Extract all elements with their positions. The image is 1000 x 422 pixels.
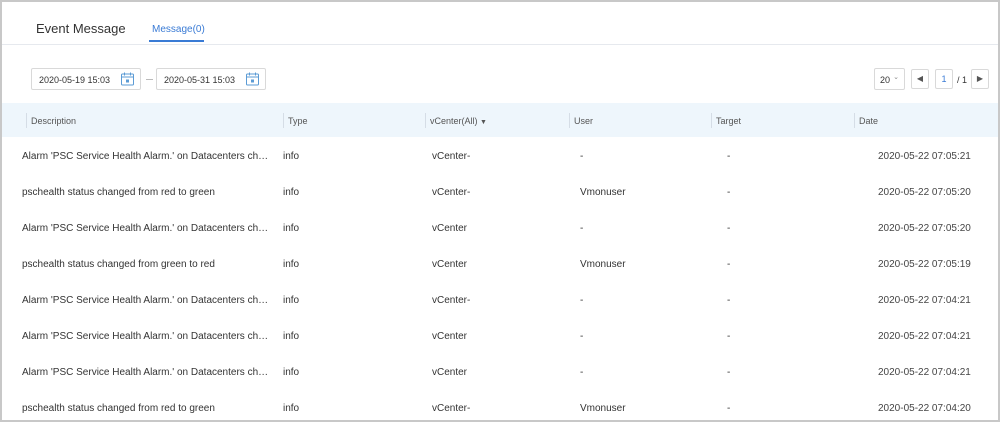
column-divider — [283, 113, 284, 128]
page-number-input[interactable]: 1 — [935, 69, 953, 89]
cell-date: 2020-05-22 07:04:21 — [878, 331, 971, 342]
cell-target: - — [727, 151, 731, 162]
cell-vcenter: vCenter — [432, 223, 468, 234]
active-tab-indicator — [149, 40, 204, 42]
page-total: / 1 — [957, 75, 968, 85]
start-date-value: 2020-05-19 15:03 — [39, 75, 111, 85]
column-divider — [854, 113, 855, 128]
cell-type: info — [283, 223, 300, 234]
cell-date: 2020-05-22 07:05:20 — [878, 223, 971, 234]
end-date-value: 2020-05-31 15:03 — [164, 75, 236, 85]
calendar-icon[interactable] — [121, 72, 134, 86]
cell-user: - — [580, 223, 584, 234]
page-size-value: 20 — [880, 75, 891, 85]
cell-type: info — [283, 259, 300, 270]
page-title: Event Message — [36, 21, 126, 36]
cell-date: 2020-05-22 07:05:20 — [878, 187, 971, 198]
cell-user: Vmonuser — [580, 187, 626, 198]
column-header-vcenter-label: vCenter(All) — [430, 116, 478, 126]
table-row[interactable]: pschealth status changed from red to gre… — [2, 174, 998, 211]
cell-type: info — [283, 295, 300, 306]
column-header-user[interactable]: User — [574, 116, 593, 126]
cell-user: - — [580, 331, 584, 342]
cell-date: 2020-05-22 07:04:21 — [878, 295, 971, 306]
cell-vcenter: vCenter- — [432, 187, 470, 198]
panel-header: Event Message Message(0) — [2, 2, 998, 45]
column-divider — [26, 113, 27, 128]
cell-vcenter: vCenter — [432, 259, 468, 270]
cell-vcenter: vCenter- — [432, 295, 470, 306]
event-message-panel: Event Message Message(0) 2020-05-19 15:0… — [0, 0, 1000, 422]
table-row[interactable]: pschealth status changed from green to r… — [2, 246, 998, 283]
table-row[interactable]: Alarm 'PSC Service Health Alarm.' on Dat… — [2, 210, 998, 247]
column-divider — [425, 113, 426, 128]
cell-target: - — [727, 223, 731, 234]
cell-vcenter: vCenter — [432, 331, 468, 342]
table-row[interactable]: Alarm 'PSC Service Health Alarm.' on Dat… — [2, 354, 998, 391]
cell-type: info — [283, 331, 300, 342]
start-date-picker[interactable]: 2020-05-19 15:03 — [31, 68, 141, 90]
caret-down-icon[interactable]: ▼ — [480, 119, 487, 126]
column-header-type[interactable]: Type — [288, 116, 308, 126]
table-row[interactable]: Alarm 'PSC Service Health Alarm.' on Dat… — [2, 282, 998, 319]
chevron-right-icon: ▶ — [976, 74, 984, 83]
cell-user: Vmonuser — [580, 403, 626, 414]
cell-target: - — [727, 331, 731, 342]
column-divider — [711, 113, 712, 128]
end-date-picker[interactable]: 2020-05-31 15:03 — [156, 68, 266, 90]
cell-user: - — [580, 295, 584, 306]
cell-target: - — [727, 295, 731, 306]
cell-description: Alarm 'PSC Service Health Alarm.' on Dat… — [22, 367, 270, 378]
next-page-button[interactable]: ▶ — [971, 69, 989, 89]
cell-description: pschealth status changed from red to gre… — [22, 403, 215, 414]
cell-vcenter: vCenter- — [432, 151, 470, 162]
cell-description: Alarm 'PSC Service Health Alarm.' on Dat… — [22, 151, 270, 162]
cell-user: - — [580, 151, 584, 162]
table-row[interactable]: pschealth status changed from red to gre… — [2, 390, 998, 420]
chevron-left-icon: ◀ — [916, 74, 924, 83]
cell-description: Alarm 'PSC Service Health Alarm.' on Dat… — [22, 295, 270, 306]
column-header-description[interactable]: Description — [31, 116, 76, 126]
cell-date: 2020-05-22 07:05:21 — [878, 151, 971, 162]
cell-type: info — [283, 187, 300, 198]
cell-target: - — [727, 259, 731, 270]
cell-target: - — [727, 403, 731, 414]
table-header: Description Type vCenter(All) ▼ User Tar… — [2, 103, 998, 137]
cell-description: pschealth status changed from red to gre… — [22, 187, 215, 198]
tab-message[interactable]: Message(0) — [152, 24, 205, 35]
column-header-vcenter[interactable]: vCenter(All) ▼ — [430, 116, 487, 126]
cell-target: - — [727, 367, 731, 378]
prev-page-button[interactable]: ◀ — [911, 69, 929, 89]
cell-user: Vmonuser — [580, 259, 626, 270]
cell-date: 2020-05-22 07:05:19 — [878, 259, 971, 270]
cell-description: Alarm 'PSC Service Health Alarm.' on Dat… — [22, 223, 270, 234]
cell-type: info — [283, 151, 300, 162]
cell-user: - — [580, 367, 584, 378]
cell-description: pschealth status changed from green to r… — [22, 259, 215, 270]
date-range-separator — [146, 79, 153, 80]
column-divider — [569, 113, 570, 128]
cell-description: Alarm 'PSC Service Health Alarm.' on Dat… — [22, 331, 270, 342]
cell-date: 2020-05-22 07:04:20 — [878, 403, 971, 414]
cell-vcenter: vCenter — [432, 367, 468, 378]
cell-date: 2020-05-22 07:04:21 — [878, 367, 971, 378]
page-size-select[interactable]: 20 ⌄ — [874, 68, 905, 90]
column-header-date[interactable]: Date — [859, 116, 878, 126]
cell-target: - — [727, 187, 731, 198]
calendar-icon[interactable] — [246, 72, 259, 86]
cell-type: info — [283, 403, 300, 414]
cell-vcenter: vCenter- — [432, 403, 470, 414]
chevron-down-icon: ⌄ — [893, 74, 899, 81]
table-row[interactable]: Alarm 'PSC Service Health Alarm.' on Dat… — [2, 138, 998, 175]
table-row[interactable]: Alarm 'PSC Service Health Alarm.' on Dat… — [2, 318, 998, 355]
column-header-target[interactable]: Target — [716, 116, 741, 126]
cell-type: info — [283, 367, 300, 378]
